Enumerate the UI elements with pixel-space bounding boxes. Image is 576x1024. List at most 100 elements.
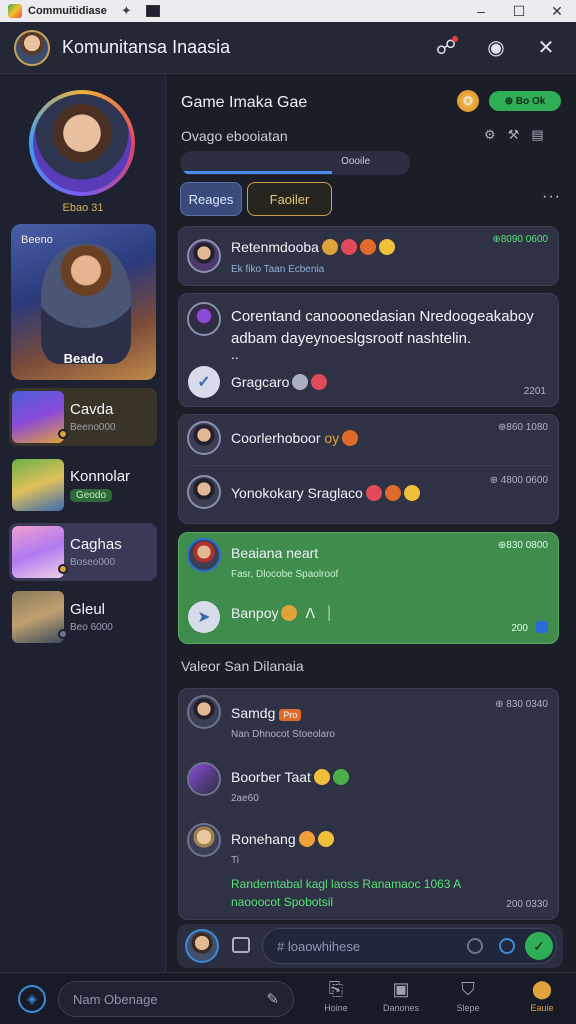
message-title-text: Ronehang <box>231 831 296 847</box>
notifications-button[interactable]: ☍ <box>432 34 460 62</box>
nav-tab-eauie[interactable]: ⬤ Eauie <box>514 979 570 1013</box>
check-icon[interactable]: ✓ <box>188 366 220 398</box>
profile-name: Ebao 31 <box>62 202 104 214</box>
emoji-icon <box>332 769 349 785</box>
message-avatar[interactable] <box>187 823 221 857</box>
character-sub: Boseo000 <box>70 557 116 568</box>
close-button[interactable]: ✕ <box>532 34 560 62</box>
message-sub: Ek fiko Taan Ecbenia <box>231 264 325 275</box>
hero-card[interactable]: Beeno Beado <box>11 224 156 380</box>
status-dot <box>58 429 68 439</box>
maximize-button[interactable]: ☐ <box>500 3 538 20</box>
emoji-icon <box>359 239 376 255</box>
share-icon: ⎘ <box>328 979 344 999</box>
message-title: Beaiana neart <box>231 545 319 561</box>
image-icon[interactable] <box>232 937 250 953</box>
pen-icon[interactable]: ✎ <box>266 990 279 1008</box>
a-icon: ᐱ <box>305 605 316 621</box>
grid-icon[interactable]: ▤ <box>531 127 543 143</box>
message-time-secondary: 200 <box>511 623 528 634</box>
message-line: Randemtabal kagl laoss Ranamaoc 1063 A <box>231 877 462 891</box>
composer-avatar[interactable] <box>185 929 219 963</box>
box-icon: ▣ <box>392 979 410 999</box>
message-line: adbam dayeynoeslgsrootf nashtelin. <box>231 330 472 347</box>
home-logo-icon[interactable]: ◈ <box>18 985 46 1013</box>
bottom-input-placeholder: Nam Obenage <box>73 991 158 1007</box>
close-window-button[interactable]: ✕ <box>538 3 576 20</box>
profile-avatar-ring[interactable] <box>29 90 135 196</box>
emoji-icon <box>321 239 338 255</box>
tools-icon[interactable]: ⚒ <box>508 127 520 143</box>
message-avatar[interactable] <box>187 421 221 455</box>
message-avatar[interactable] <box>187 239 221 273</box>
character-item[interactable]: Konnolar Geodo <box>9 456 157 514</box>
character-name: Cavda <box>70 401 114 418</box>
nav-tab-danones[interactable]: ▣ Danones <box>373 979 429 1013</box>
character-sub: Beo 6000 <box>70 622 113 633</box>
emoji-icon <box>313 769 330 785</box>
profile-button[interactable]: ◉ <box>482 34 510 62</box>
character-thumb <box>12 391 68 443</box>
character-thumb <box>12 459 64 511</box>
community-title: Komunitansa Inaasia <box>62 37 231 57</box>
window-title: Commuitidiase <box>28 5 107 17</box>
nav-tab-home[interactable]: ⎘ Hoine <box>308 979 364 1013</box>
message-line: .. <box>231 346 239 362</box>
more-options-button[interactable]: ··· <box>542 188 561 206</box>
message-card[interactable]: Retenmdooba Ek fiko Taan Ecbenia ⊕8090 0… <box>178 226 559 286</box>
tab-active[interactable]: Reages <box>180 182 242 216</box>
window-icon <box>145 5 160 17</box>
message-card[interactable]: Corentand canooonedasian Nredoogeakaboy … <box>178 293 559 407</box>
message-avatar[interactable] <box>187 538 221 572</box>
progress-fill <box>180 171 332 174</box>
window-titlebar: Commuitidiase ✦ – ☐ ✕ <box>0 0 576 22</box>
coin-icon[interactable]: ✪ <box>457 90 479 112</box>
message-title-text: Boorber Taat <box>231 769 311 785</box>
send-button[interactable]: ✓ <box>525 932 553 960</box>
status-pill[interactable]: ⊕ Bo Ok <box>489 91 561 111</box>
message-title: Boorber Taat <box>231 769 349 785</box>
character-item[interactable]: Gleul Beo 6000 <box>9 588 157 646</box>
message-time: ⊕860 1080 <box>497 422 548 433</box>
pin-icon[interactable]: ✦ <box>121 3 132 19</box>
character-thumb <box>12 591 68 643</box>
message-time: ⊕8090 0600 <box>492 234 548 245</box>
message-card[interactable]: Coorlerhoboor oy ⊕860 1080 Yonokokary Sr… <box>178 414 559 524</box>
nav-tab-slepe[interactable]: ⛉ Slepe <box>440 979 496 1013</box>
bottom-input[interactable]: Nam Obenage ✎ <box>58 981 294 1017</box>
message-group-card[interactable]: Samdg Pro Nan Dhnocot Stoeolaro ⊕ 830 03… <box>178 688 559 920</box>
message-avatar[interactable] <box>187 695 221 729</box>
shield-nav-icon: ⛉ <box>461 979 475 999</box>
character-sub: Geodo <box>70 488 113 502</box>
shield-icon <box>536 621 548 633</box>
progress-bar: Oooile <box>180 151 410 175</box>
emoji-icon <box>311 374 328 390</box>
profile-avatar <box>33 94 131 192</box>
tab-secondary[interactable]: Faoiler <box>247 182 332 216</box>
settings-icon[interactable]: ⚙ <box>484 127 496 143</box>
message-time: ⊕ 830 0340 <box>495 699 548 710</box>
message-title: Samdg Pro <box>231 705 302 721</box>
emoji-icon <box>378 239 395 255</box>
emoji-button-icon[interactable] <box>467 938 483 954</box>
send-icon[interactable]: ➤ <box>188 601 220 633</box>
emoji-icon <box>281 605 298 621</box>
message-card-highlighted[interactable]: Beaiana neart Fasr, Dlocobe Spaolroof ⊕8… <box>178 532 559 644</box>
minimize-button[interactable]: – <box>462 3 500 20</box>
message-title-text: Retenmdooba <box>231 239 319 255</box>
character-item[interactable]: Cavda Beeno000 <box>9 388 157 446</box>
message-avatar[interactable] <box>187 475 221 509</box>
character-name: Konnolar <box>70 467 131 485</box>
message-title: Retenmdooba <box>231 239 395 255</box>
bottom-navigation: ◈ Nam Obenage ✎ ⎘ Hoine ▣ Danones ⛉ Slep… <box>0 972 576 1024</box>
message-avatar[interactable] <box>187 762 221 796</box>
header-avatar[interactable] <box>14 29 50 66</box>
message-sub: Nan Dhnocot Stoeolaro <box>231 729 335 740</box>
message-time: 2201 <box>523 386 546 397</box>
emoji-icon <box>317 831 334 847</box>
character-item[interactable]: Caghas Boseo000 <box>9 523 157 581</box>
message-avatar[interactable] <box>187 302 221 336</box>
message-footer: Gragcaro <box>231 374 328 390</box>
status-dot <box>58 564 68 574</box>
attach-icon[interactable] <box>499 938 515 954</box>
